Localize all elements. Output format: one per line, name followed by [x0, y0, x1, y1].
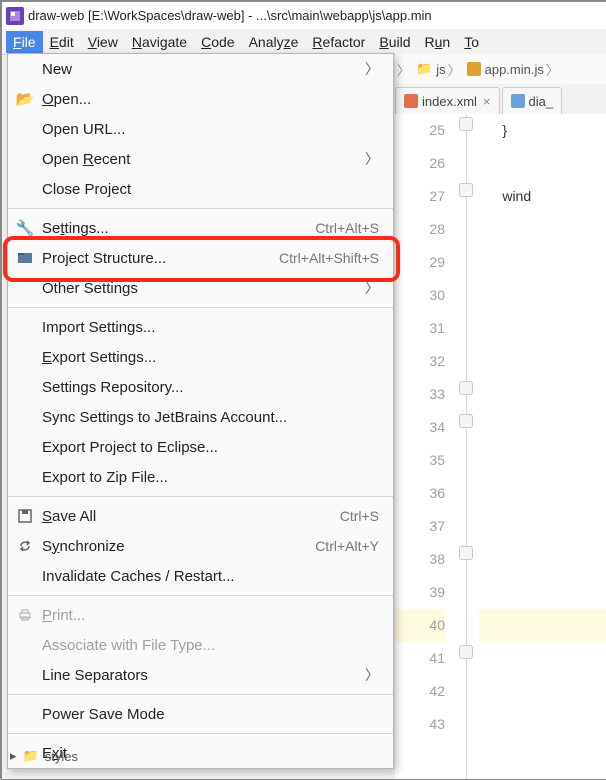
menu-item-other-settings[interactable]: Other Settings〉 [8, 273, 393, 303]
fold-marker-icon[interactable] [459, 546, 473, 560]
menu-separator [8, 595, 393, 596]
menu-item-sync-jetbrains[interactable]: Sync Settings to JetBrains Account... [8, 402, 393, 432]
menu-item-export-zip[interactable]: Export to Zip File... [8, 462, 393, 492]
menu-separator [8, 208, 393, 209]
fold-marker-icon[interactable] [459, 117, 473, 131]
project-tree-item[interactable]: ▸ 📁 styles [10, 743, 606, 769]
code-content[interactable]: } wind [479, 114, 606, 779]
breadcrumb-file[interactable]: app.min.js [485, 62, 544, 77]
menu-item-export-eclipse[interactable]: Export Project to Eclipse... [8, 432, 393, 462]
editor-tabs: index.xml × dia_ [395, 84, 606, 114]
chevron-right-icon: 〉 [546, 60, 559, 79]
menu-item-import-settings[interactable]: Import Settings... [8, 312, 393, 342]
menu-item-close-project[interactable]: Close Project [8, 174, 393, 204]
submenu-arrow-icon: 〉 [365, 149, 379, 169]
sync-icon [16, 537, 34, 555]
file-menu-dropdown: New〉 📂 Open... Open URL... Open Recent〉 … [7, 53, 394, 769]
close-icon[interactable]: × [483, 94, 491, 109]
fold-marker-icon[interactable] [459, 183, 473, 197]
menu-item-export-settings[interactable]: Export Settings... [8, 342, 393, 372]
menu-separator [8, 694, 393, 695]
chevron-right-icon: ▸ [10, 748, 17, 764]
menu-analyze[interactable]: Analyze [242, 31, 306, 53]
menu-item-open[interactable]: 📂 Open... [8, 84, 393, 114]
menu-item-invalidate-caches[interactable]: Invalidate Caches / Restart... [8, 561, 393, 591]
menu-edit[interactable]: Edit [43, 31, 81, 53]
menu-run[interactable]: Run [418, 31, 458, 53]
print-icon [16, 606, 34, 624]
menu-item-power-save[interactable]: Power Save Mode [8, 699, 393, 729]
menu-view[interactable]: View [81, 31, 125, 53]
fold-gutter [455, 114, 479, 779]
fold-marker-icon[interactable] [459, 645, 473, 659]
js-file-icon [467, 62, 481, 76]
menu-code[interactable]: Code [194, 31, 241, 53]
menu-build[interactable]: Build [372, 31, 417, 53]
project-structure-icon [16, 249, 34, 267]
breadcrumb-folder[interactable]: js [436, 62, 445, 77]
editor-tab-label: index.xml [422, 94, 477, 109]
fold-marker-icon[interactable] [459, 381, 473, 395]
window-titlebar: draw-web [E:\WorkSpaces\draw-web] - ...\… [2, 2, 606, 29]
folder-icon: 📁 [416, 61, 432, 77]
menu-item-settings-repository[interactable]: Settings Repository... [8, 372, 393, 402]
menu-navigate[interactable]: Navigate [125, 31, 194, 53]
menu-item-save-all[interactable]: Save AllCtrl+S [8, 501, 393, 531]
file-icon [511, 94, 525, 108]
folder-icon: 📁 [23, 748, 39, 764]
window-title: draw-web [E:\WorkSpaces\draw-web] - ...\… [28, 8, 432, 23]
submenu-arrow-icon: 〉 [365, 665, 379, 685]
menu-refactor[interactable]: Refactor [305, 31, 372, 53]
app-icon [6, 7, 24, 25]
menu-separator [8, 733, 393, 734]
menu-item-associate-file-type: Associate with File Type... [8, 630, 393, 660]
navigation-breadcrumb: 〉 📁 js 〉 app.min.js 〉 [395, 54, 606, 84]
menu-item-open-recent[interactable]: Open Recent〉 [8, 144, 393, 174]
chevron-right-icon: 〉 [448, 60, 461, 79]
submenu-arrow-icon: 〉 [365, 278, 379, 298]
line-number-gutter: 25262728293031323334353637383940414243 [395, 114, 455, 779]
menu-more[interactable]: To [457, 31, 486, 53]
menu-file[interactable]: File [6, 31, 43, 53]
menu-item-settings[interactable]: 🔧 Settings...Ctrl+Alt+S [8, 213, 393, 243]
fold-marker-icon[interactable] [459, 414, 473, 428]
editor-tab-index[interactable]: index.xml × [395, 87, 500, 114]
open-folder-icon: 📂 [16, 90, 34, 108]
xml-file-icon [404, 94, 418, 108]
menu-item-print: Print... [8, 600, 393, 630]
menu-item-synchronize[interactable]: SynchronizeCtrl+Alt+Y [8, 531, 393, 561]
menu-item-line-separators[interactable]: Line Separators〉 [8, 660, 393, 690]
chevron-right-icon: 〉 [397, 60, 410, 79]
tree-item-label: styles [45, 749, 78, 764]
menu-item-project-structure[interactable]: Project Structure...Ctrl+Alt+Shift+S [8, 243, 393, 273]
wrench-icon: 🔧 [16, 219, 34, 237]
menu-separator [8, 307, 393, 308]
submenu-arrow-icon: 〉 [365, 59, 379, 79]
editor-tab-dia[interactable]: dia_ [502, 87, 563, 114]
save-icon [16, 507, 34, 525]
menu-item-new[interactable]: New〉 [8, 54, 393, 84]
code-editor[interactable]: 25262728293031323334353637383940414243 }… [395, 114, 606, 779]
editor-tab-label: dia_ [529, 94, 554, 109]
main-menubar: File Edit View Navigate Code Analyze Ref… [2, 29, 606, 55]
menu-item-open-url[interactable]: Open URL... [8, 114, 393, 144]
menu-separator [8, 496, 393, 497]
